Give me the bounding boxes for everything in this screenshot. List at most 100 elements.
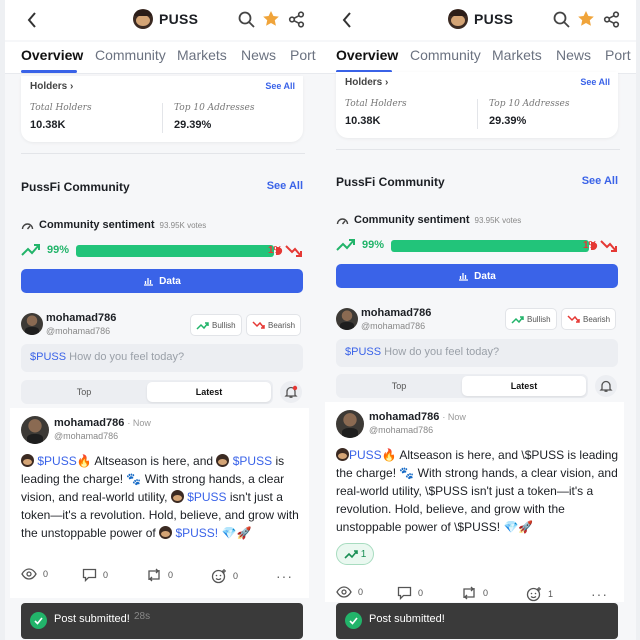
comment-icon xyxy=(397,586,412,600)
composer-username: mohamad786 xyxy=(361,307,432,319)
notification-bell-icon[interactable] xyxy=(280,381,302,403)
puss-logo-icon xyxy=(448,9,468,29)
more-options-icon[interactable]: ··· xyxy=(591,586,608,602)
avatar[interactable] xyxy=(21,313,43,335)
ticker-link[interactable]: $PUSS xyxy=(233,454,272,468)
search-icon[interactable] xyxy=(237,10,255,28)
post-username: mohamad786 · Now xyxy=(369,411,466,423)
holders-title[interactable]: Holders › xyxy=(30,81,73,92)
tab-community[interactable]: Community xyxy=(410,47,481,63)
avatar[interactable] xyxy=(336,410,364,438)
holders-see-all-link[interactable]: See All xyxy=(265,81,295,91)
ticker-link[interactable]: $PUSS xyxy=(187,490,226,504)
puss-logo-icon xyxy=(133,9,153,29)
comments-stat[interactable]: 0 xyxy=(397,586,423,600)
post-input[interactable]: $PUSS How do you feel today? xyxy=(21,344,303,372)
trend-down-icon xyxy=(567,314,580,323)
community-see-all-link[interactable]: See All xyxy=(582,175,618,187)
back-arrow-icon[interactable] xyxy=(337,9,357,31)
trend-up-icon xyxy=(21,244,40,256)
community-title: PussFi Community xyxy=(336,175,445,189)
bullish-button[interactable]: Bullish xyxy=(190,314,242,336)
puss-emoji-icon xyxy=(170,490,184,503)
fire-emoji-icon: 🔥 xyxy=(76,454,92,468)
vote-count: 93.95K votes xyxy=(159,220,207,230)
post-input[interactable]: $PUSS How do you feel today? xyxy=(336,339,618,367)
views-stat[interactable]: 0 xyxy=(336,586,363,598)
total-holders-label: Total Holders xyxy=(345,99,407,109)
share-icon[interactable] xyxy=(602,10,620,28)
community-title: PussFi Community xyxy=(21,180,130,194)
reactions-stat[interactable]: 0 xyxy=(211,568,238,584)
bullish-percent: 99% xyxy=(47,244,70,256)
bullish-reaction-chip[interactable]: 1 xyxy=(336,543,374,565)
filter-latest[interactable]: Latest xyxy=(462,376,586,396)
tab-markets[interactable]: Markets xyxy=(492,47,542,63)
repost-icon xyxy=(463,586,475,600)
sentiment-bar: 99% 1% xyxy=(21,243,303,259)
puss-emoji-icon xyxy=(159,526,173,539)
share-icon[interactable] xyxy=(287,10,305,28)
holders-see-all-link[interactable]: See All xyxy=(580,77,610,87)
comments-count: 0 xyxy=(418,588,424,598)
reposts-stat[interactable]: 0 xyxy=(146,568,173,582)
tab-news[interactable]: News xyxy=(556,47,591,63)
rocket-emoji-icon: 🚀 xyxy=(518,520,534,534)
ticker-link[interactable]: $PUSS! xyxy=(175,526,218,540)
trend-up-icon xyxy=(344,550,358,559)
sentiment-header: Community sentiment 93.95K votes xyxy=(336,214,521,226)
notification-bell-icon[interactable] xyxy=(595,375,617,397)
trend-up-icon xyxy=(511,315,524,324)
trend-down-icon xyxy=(285,245,302,257)
data-button[interactable]: Data xyxy=(336,264,618,288)
filter-top[interactable]: Top xyxy=(21,380,147,404)
ticker-link[interactable]: $PUSS xyxy=(37,454,76,468)
tab-markets[interactable]: Markets xyxy=(177,47,227,63)
reactions-count: 0 xyxy=(233,571,239,581)
bearish-button[interactable]: Bearish xyxy=(246,314,302,336)
comments-stat[interactable]: 0 xyxy=(82,568,108,582)
tab-overview[interactable]: Overview xyxy=(336,47,398,63)
filter-latest[interactable]: Latest xyxy=(147,382,271,402)
tab-community[interactable]: Community xyxy=(95,47,166,63)
avatar[interactable] xyxy=(21,416,49,444)
bearish-button[interactable]: Bearish xyxy=(561,308,617,330)
post-placeholder: How do you feel today? xyxy=(69,351,185,363)
top-addresses-label: Top 10 Addresses xyxy=(489,99,570,109)
post-time: · Now xyxy=(442,412,466,422)
ticker-link[interactable]: PUSS xyxy=(349,448,382,462)
reposts-stat[interactable]: 0 xyxy=(461,586,488,600)
back-arrow-icon[interactable] xyxy=(22,9,42,31)
bullish-bar-fill xyxy=(76,245,274,257)
puss-emoji-icon xyxy=(21,454,34,467)
add-reaction-icon xyxy=(526,587,541,602)
tab-portfolio[interactable]: Port xyxy=(290,47,316,63)
bullish-button[interactable]: Bullish xyxy=(505,308,557,330)
community-see-all-link[interactable]: See All xyxy=(267,180,303,192)
tab-overview[interactable]: Overview xyxy=(21,47,83,63)
trend-down-icon xyxy=(600,240,617,252)
puss-emoji-icon xyxy=(336,448,349,461)
data-button[interactable]: Data xyxy=(21,269,303,293)
more-options-icon[interactable]: ··· xyxy=(276,568,293,584)
star-icon[interactable] xyxy=(577,10,595,28)
star-icon[interactable] xyxy=(262,10,280,28)
toast-message: Post submitted! xyxy=(369,613,445,625)
tab-portfolio[interactable]: Port xyxy=(605,47,631,63)
avatar[interactable] xyxy=(336,308,358,330)
search-icon[interactable] xyxy=(552,10,570,28)
divider xyxy=(162,103,163,133)
check-circle-icon xyxy=(345,612,362,629)
data-button-label: Data xyxy=(474,270,496,282)
add-reaction-icon xyxy=(211,569,226,584)
eye-icon xyxy=(336,586,352,598)
reactions-stat[interactable]: 1 xyxy=(526,586,553,602)
filter-top[interactable]: Top xyxy=(336,374,462,398)
tab-news[interactable]: News xyxy=(241,47,276,63)
reposts-count: 0 xyxy=(483,588,489,598)
token-name: PUSS xyxy=(159,11,199,27)
views-stat[interactable]: 0 xyxy=(21,568,48,580)
total-holders-label: Total Holders xyxy=(30,103,92,113)
sentiment-label: Community sentiment xyxy=(39,219,155,231)
holders-title[interactable]: Holders › xyxy=(345,77,388,88)
